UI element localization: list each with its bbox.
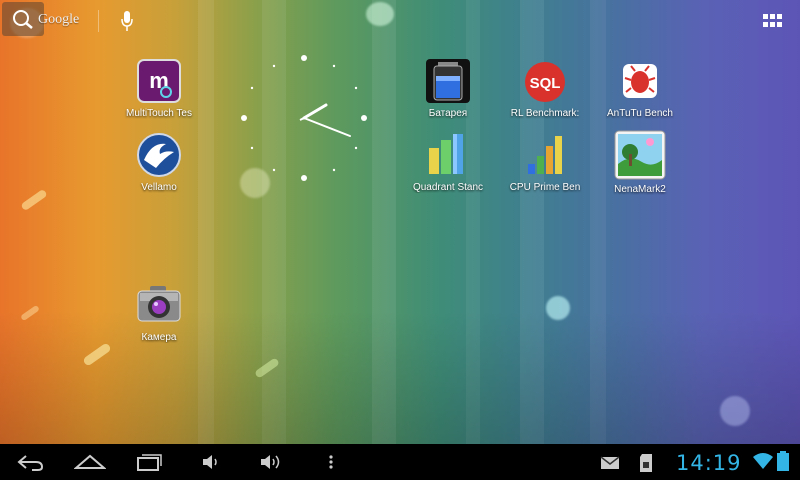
app-camera[interactable]: Камера bbox=[121, 282, 197, 343]
app-quadrant[interactable]: Quadrant Stanc bbox=[410, 132, 486, 193]
search-divider bbox=[98, 10, 99, 32]
app-label: MultiTouch Tes bbox=[126, 108, 192, 119]
volume-up-icon[interactable] bbox=[258, 452, 284, 472]
app-cpu-prime[interactable]: CPU Prime Ben bbox=[507, 132, 583, 193]
app-label: Vellamo bbox=[141, 182, 177, 193]
app-battery[interactable]: Батарея bbox=[410, 58, 486, 119]
wallpaper-shade bbox=[0, 0, 800, 444]
microphone-icon[interactable] bbox=[119, 10, 135, 32]
svg-text:m: m bbox=[149, 68, 169, 93]
app-vellamo[interactable]: Vellamo bbox=[121, 132, 197, 193]
app-label: Батарея bbox=[428, 108, 468, 119]
wifi-icon[interactable] bbox=[752, 452, 774, 470]
app-label: Quadrant Stanc bbox=[412, 182, 484, 193]
mail-notification-icon[interactable] bbox=[600, 456, 620, 470]
analog-clock-widget[interactable] bbox=[236, 50, 372, 186]
back-icon[interactable] bbox=[16, 452, 44, 472]
app-label: RL Benchmark: bbox=[510, 108, 580, 119]
bar-chart-icon bbox=[522, 132, 568, 178]
app-label: NenaMark2 bbox=[614, 184, 666, 195]
bokeh bbox=[720, 396, 750, 426]
sql-icon: SQL bbox=[522, 58, 568, 104]
app-rl-benchmark[interactable]: SQL RL Benchmark: bbox=[507, 58, 583, 119]
clock-time[interactable]: 14:19 bbox=[676, 451, 742, 475]
antutu-icon bbox=[617, 58, 663, 104]
app-antutu[interactable]: AnTuTu Bench bbox=[602, 58, 678, 119]
bar-chart-icon bbox=[425, 132, 471, 178]
battery-icon bbox=[425, 58, 471, 104]
bokeh bbox=[366, 2, 394, 26]
app-label: Камера bbox=[141, 332, 177, 343]
sd-card-icon[interactable] bbox=[639, 453, 653, 473]
home-icon[interactable] bbox=[74, 452, 106, 472]
multitouch-icon: m bbox=[136, 58, 182, 104]
recent-apps-icon[interactable] bbox=[136, 452, 164, 472]
menu-overflow-icon[interactable] bbox=[326, 452, 336, 472]
volume-down-icon[interactable] bbox=[200, 452, 222, 472]
vellamo-icon bbox=[136, 132, 182, 178]
landscape-icon bbox=[614, 130, 666, 180]
camera-icon bbox=[136, 282, 182, 328]
bokeh bbox=[546, 296, 570, 320]
search-icon bbox=[13, 10, 33, 29]
app-nenamark[interactable]: NenaMark2 bbox=[602, 130, 678, 195]
app-label: CPU Prime Ben bbox=[509, 182, 581, 193]
all-apps-icon[interactable] bbox=[763, 14, 783, 28]
app-label: AnTuTu Bench bbox=[607, 108, 673, 119]
google-search-label[interactable]: Google bbox=[38, 12, 79, 28]
battery-status-icon[interactable] bbox=[776, 450, 790, 472]
app-multitouch[interactable]: m MultiTouch Tes bbox=[121, 58, 197, 119]
svg-text:SQL: SQL bbox=[530, 75, 561, 92]
